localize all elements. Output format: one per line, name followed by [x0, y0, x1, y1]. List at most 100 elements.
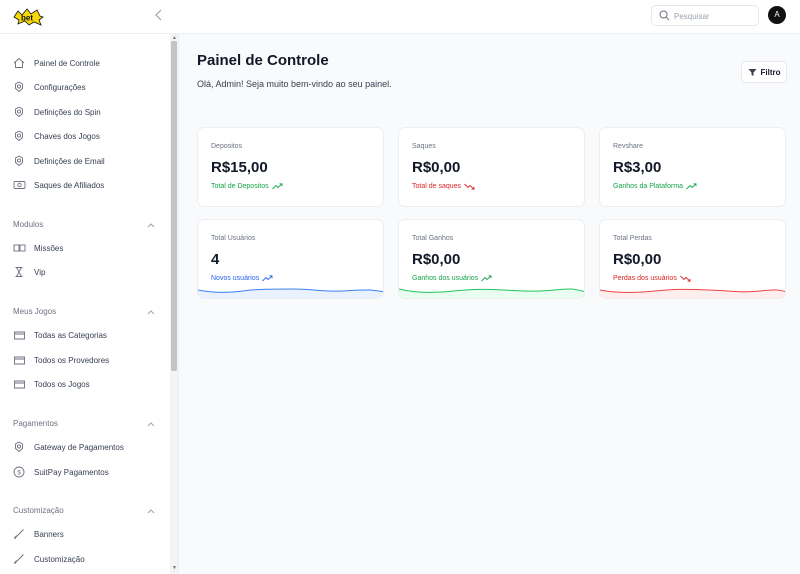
filter-label: Filtro — [760, 67, 781, 77]
stat-card-total-usuarios: Total Usuários 4 Novos usuários — [197, 219, 384, 299]
search-box[interactable] — [651, 5, 759, 26]
sidebar-item-label: Banners — [34, 529, 64, 539]
gear-icon — [12, 154, 26, 168]
section-pagamentos[interactable]: Pagamentos — [13, 416, 155, 430]
trend-up-icon — [262, 275, 273, 282]
stat-note-text: Total de saques — [412, 183, 462, 190]
sidebar-item-label: Definições de Email — [34, 156, 105, 166]
banknote-icon — [12, 178, 26, 192]
sidebar-item-label: Chaves dos Jogos — [34, 131, 100, 141]
stat-label: Revshare — [613, 143, 643, 150]
search-input[interactable] — [674, 9, 754, 23]
stat-label: Total Usuários — [211, 235, 256, 242]
sidebar-item-banners[interactable]: Banners — [12, 525, 162, 543]
sidebar-item-definicoes-do-spin[interactable]: Definições do Spin — [12, 103, 162, 121]
stat-card-revshare: Revshare R$3,00 Ganhos da Plataforma — [599, 127, 786, 207]
stat-note: Total de saques — [412, 183, 475, 190]
stat-note-text: Perdas dos usuários — [613, 275, 677, 282]
sidebar-item-label: Gateway de Pagamentos — [34, 442, 124, 452]
sidebar-item-customizacao[interactable]: Customização — [12, 550, 162, 568]
stat-value: 4 — [211, 251, 220, 268]
section-title: Customização — [13, 505, 64, 515]
sidebar-item-label: Definições do Spin — [34, 107, 101, 117]
sidebar-item-label: Customização — [34, 554, 85, 564]
scroll-down-icon[interactable]: ▼ — [172, 565, 177, 571]
brand-logo[interactable]: bet — [12, 8, 44, 26]
section-title: Modulos — [13, 219, 44, 229]
filter-icon — [748, 68, 756, 76]
svg-text:$: $ — [17, 470, 21, 477]
sidebar-item-vip[interactable]: Vip — [12, 263, 162, 281]
stat-label: Total Ganhos — [412, 235, 454, 242]
brush-icon — [12, 552, 26, 566]
sidebar-item-label: Todos os Jogos — [34, 379, 90, 389]
filter-button[interactable]: Filtro — [741, 61, 787, 83]
sidebar-item-label: Saques de Afiliados — [34, 180, 105, 190]
stat-note: Novos usuários — [211, 275, 273, 282]
section-title: Pagamentos — [13, 418, 58, 428]
sidebar-item-configuracoes[interactable]: Configurações — [12, 78, 162, 96]
stat-note: Ganhos dos usuários — [412, 275, 492, 282]
chevron-up-icon — [147, 501, 155, 519]
sparkline-red — [600, 288, 785, 298]
section-meus-jogos[interactable]: Meus Jogos — [13, 304, 155, 318]
trend-down-icon — [464, 183, 475, 190]
page-title: Painel de Controle — [197, 52, 329, 69]
stat-value: R$0,00 — [412, 251, 461, 268]
sidebar-item-todos-os-provedores[interactable]: Todos os Provedores — [12, 351, 162, 369]
gear-icon — [12, 440, 26, 454]
stat-label: Saques — [412, 143, 436, 150]
sidebar-item-label: Missões — [34, 243, 64, 253]
sidebar-item-painel-de-controle[interactable]: Painel de Controle — [12, 54, 162, 72]
sidebar-item-todas-as-categorias[interactable]: Todas as Categorias — [12, 326, 162, 344]
stat-note: Total de Depositos — [211, 183, 283, 190]
collapse-sidebar-button[interactable] — [152, 8, 166, 26]
chevron-up-icon — [147, 414, 155, 432]
sidebar-item-label: Configurações — [34, 82, 86, 92]
stat-card-saques: Saques R$0,00 Total de saques — [398, 127, 585, 207]
stat-note: Ganhos da Plataforma — [613, 183, 697, 190]
section-modulos[interactable]: Modulos — [13, 217, 155, 231]
sidebar: ▲ ▼ Painel de Controle Configurações Def… — [0, 34, 179, 574]
sidebar-item-saques-de-afiliados[interactable]: Saques de Afiliados — [12, 176, 162, 194]
sidebar-item-label: Todas as Categorias — [34, 330, 107, 340]
stat-label: Total Perdas — [613, 235, 652, 242]
sidebar-item-label: SuitPay Pagamentos — [34, 467, 109, 477]
scrollbar-thumb[interactable] — [171, 41, 177, 371]
sidebar-scrollbar[interactable]: ▲ ▼ — [170, 34, 178, 574]
stat-value: R$3,00 — [613, 159, 662, 176]
gear-icon — [12, 80, 26, 94]
sidebar-item-gateway-de-pagamentos[interactable]: Gateway de Pagamentos — [12, 438, 162, 456]
stat-note-text: Ganhos da Plataforma — [613, 183, 684, 190]
section-customizacao[interactable]: Customização — [13, 503, 155, 517]
stat-note-text: Novos usuários — [211, 275, 260, 282]
stat-note-text: Ganhos dos usuários — [412, 275, 479, 282]
logo-text: bet — [21, 14, 33, 23]
sidebar-item-label: Todos os Provedores — [34, 355, 110, 365]
trend-up-icon — [686, 183, 697, 190]
sidebar-item-chaves-dos-jogos[interactable]: Chaves dos Jogos — [12, 127, 162, 145]
chevron-up-icon — [147, 302, 155, 320]
brush-icon — [12, 527, 26, 541]
sparkline-blue — [198, 288, 383, 298]
search-icon — [659, 10, 670, 21]
sidebar-item-suitpay-pagamentos[interactable]: $ SuitPay Pagamentos — [12, 463, 162, 481]
sidebar-item-todos-os-jogos[interactable]: Todos os Jogos — [12, 375, 162, 393]
trend-down-icon — [680, 275, 691, 282]
sidebar-item-label: Painel de Controle — [34, 58, 100, 68]
stat-note: Perdas dos usuários — [613, 275, 691, 282]
user-avatar[interactable]: A — [768, 6, 786, 24]
trend-up-icon — [481, 275, 492, 282]
stat-value: R$15,00 — [211, 159, 268, 176]
sidebar-item-missoes[interactable]: Missões — [12, 239, 162, 257]
stat-value: R$0,00 — [613, 251, 662, 268]
gear-icon — [12, 129, 26, 143]
home-icon — [12, 56, 26, 70]
sidebar-item-label: Vip — [34, 267, 46, 277]
trend-up-icon — [271, 183, 283, 190]
page-subtitle: Olá, Admin! Seja muito bem-vindo ao seu … — [197, 79, 392, 89]
stat-card-total-ganhos: Total Ganhos R$0,00 Ganhos dos usuários — [398, 219, 585, 299]
folder-icon — [12, 377, 26, 391]
chevron-up-icon — [147, 215, 155, 233]
sidebar-item-definicoes-de-email[interactable]: Definições de Email — [12, 152, 162, 170]
